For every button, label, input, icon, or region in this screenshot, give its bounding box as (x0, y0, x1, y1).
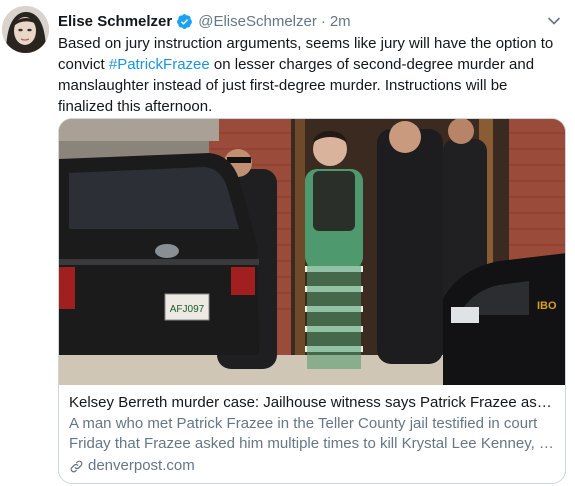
timestamp[interactable]: 2m (330, 13, 351, 30)
separator-dot: · (320, 12, 326, 30)
card-domain[interactable]: denverpost.com (69, 456, 557, 476)
card-body: Kelsey Berreth murder case: Jailhouse wi… (59, 385, 565, 483)
tweet-header: Elise Schmelzer @EliseSchmelzer · 2m (58, 10, 565, 32)
card-image[interactable]: AFJ097 IBO (59, 119, 565, 385)
license-plate-text: AFJ097 (170, 304, 205, 315)
author-name[interactable]: Elise Schmelzer (58, 13, 172, 30)
link-icon (70, 460, 83, 472)
avatar[interactable] (2, 6, 49, 53)
tweet-text: Based on jury instruction arguments, see… (58, 33, 558, 117)
card-description-line2: Friday that Frazee asked him multiple ti… (69, 435, 557, 452)
card-title: Kelsey Berreth murder case: Jailhouse wi… (69, 394, 557, 411)
author-handle[interactable]: @EliseSchmelzer (198, 13, 317, 30)
card-domain-text: denverpost.com (88, 457, 195, 474)
link-card[interactable]: AFJ097 IBO Kelsey Berreth murder case: J… (58, 118, 566, 484)
verified-badge-icon (177, 13, 193, 29)
card-description-line1: A man who met Patrick Frazee in the Tell… (69, 415, 538, 432)
tweet[interactable]: Elise Schmelzer @EliseSchmelzer · 2m Bas… (0, 0, 575, 486)
card-description: A man who met Patrick Frazee in the Tell… (69, 414, 557, 454)
hashtag-link[interactable]: #PatrickFrazee (109, 56, 210, 73)
patrol-car-badge-text: IBO (537, 300, 557, 312)
chevron-down-icon[interactable] (547, 14, 561, 28)
